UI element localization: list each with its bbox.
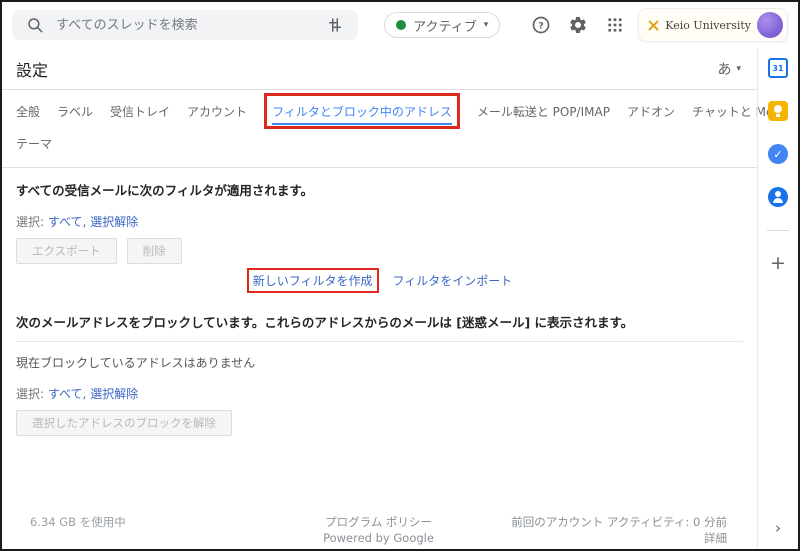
footer: 6.34 GB を使用中 プログラム ポリシー Powered by Googl…	[16, 514, 743, 546]
footer-right: 前回のアカウント アクティビティ: 0 分前 詳細	[434, 514, 727, 546]
svg-text:?: ?	[539, 20, 544, 31]
annotation-box-create-filter: 新しいフィルタを作成	[247, 268, 379, 293]
search-icon[interactable]	[24, 14, 46, 36]
tab-general[interactable]: 全般	[16, 97, 40, 126]
export-button[interactable]: エクスポート	[16, 238, 117, 264]
select-none-link[interactable]: 選択解除	[90, 387, 138, 401]
delete-button[interactable]: 削除	[127, 238, 182, 264]
tab-theme[interactable]: テーマ	[16, 129, 52, 158]
blocked-select-row: 選択: すべて, 選択解除	[16, 385, 743, 402]
tab-addons[interactable]: アドオン	[627, 97, 675, 126]
account-org-label: Keio University	[665, 19, 751, 32]
input-tools-label: あ	[717, 59, 731, 79]
settings-tabs: 全般 ラベル 受信トレイ アカウント フィルタとブロック中のアドレス メール転送…	[2, 89, 757, 168]
unblock-button[interactable]: 選択したアドレスのブロックを解除	[16, 410, 232, 436]
filter-action-links: 新しいフィルタを作成 フィルタをインポート	[16, 268, 743, 293]
calendar-day-label: 31	[772, 64, 783, 73]
select-label: 選択:	[16, 215, 44, 229]
avatar[interactable]	[757, 12, 783, 38]
active-status-dot-icon	[396, 20, 406, 30]
keep-base-shape	[776, 114, 780, 117]
side-panel-collapse-icon[interactable]: ›	[775, 519, 781, 537]
tab-forwarding-pop-imap[interactable]: メール転送と POP/IMAP	[477, 97, 610, 126]
chat-status-selector[interactable]: アクティブ ▾	[384, 12, 500, 38]
select-none-link[interactable]: 選択解除	[90, 215, 138, 229]
chevron-down-icon: ▾	[484, 20, 489, 30]
annotation-box-active-tab: フィルタとブロック中のアドレス	[264, 93, 460, 129]
tasks-check-glyph: ✓	[773, 148, 782, 161]
settings-gear-icon[interactable]	[567, 14, 589, 36]
storage-usage: 6.34 GB を使用中	[30, 514, 323, 546]
page-title: 設定	[16, 57, 48, 81]
blocked-buttons-row: 選択したアドレスのブロックを解除	[16, 410, 743, 436]
get-addons-plus-icon[interactable]: +	[770, 254, 786, 273]
account-badge[interactable]: Keio University	[638, 8, 788, 42]
tab-inbox[interactable]: 受信トレイ	[110, 97, 170, 126]
page-body: 設定 あ ▾ 全般 ラベル 受信トレイ アカウント フィルタとブロック中のアドレ…	[2, 48, 798, 549]
powered-by-google: Powered by Google	[323, 531, 434, 545]
import-filter-link[interactable]: フィルタをインポート	[393, 272, 513, 289]
settings-header: 設定 あ ▾	[2, 48, 757, 89]
last-account-activity: 前回のアカウント アクティビティ: 0 分前	[511, 515, 727, 529]
program-policies-link[interactable]: プログラム ポリシー	[325, 515, 432, 529]
activity-details-link[interactable]: 詳細	[704, 531, 727, 545]
tasks-icon[interactable]: ✓	[768, 144, 788, 164]
topbar: アクティブ ▾ ? Keio University	[2, 2, 798, 48]
input-tools-selector[interactable]: あ ▾	[717, 59, 741, 79]
contacts-icon[interactable]	[768, 187, 788, 207]
search-bar[interactable]	[12, 10, 358, 40]
search-input[interactable]	[56, 18, 314, 33]
keep-icon[interactable]	[768, 101, 788, 121]
person-head-shape	[775, 191, 781, 197]
select-label: 選択:	[16, 387, 44, 401]
filters-select-row: 選択: すべて, 選択解除	[16, 213, 743, 230]
blocked-empty-message: 現在ブロックしているアドレスはありません	[16, 354, 743, 371]
calendar-icon[interactable]: 31	[768, 58, 788, 78]
keep-bulb-shape	[774, 105, 782, 113]
select-all-link[interactable]: すべて,	[48, 215, 87, 229]
google-apps-grid-icon[interactable]	[604, 14, 626, 36]
person-body-shape	[773, 198, 783, 203]
tab-row-1: 全般 ラベル 受信トレイ アカウント フィルタとブロック中のアドレス メール転送…	[16, 93, 743, 129]
keio-logo-icon	[648, 16, 659, 35]
select-all-link[interactable]: すべて,	[48, 387, 87, 401]
gmail-settings-window: アクティブ ▾ ? Keio University 設定	[0, 0, 800, 551]
status-label: アクティブ	[413, 16, 477, 35]
side-panel-divider	[767, 230, 789, 231]
search-options-icon[interactable]	[324, 14, 346, 36]
filters-buttons-row: エクスポート 削除	[16, 238, 743, 264]
footer-center: プログラム ポリシー Powered by Google	[323, 514, 434, 546]
side-panel: 31 ✓ + ›	[757, 48, 798, 549]
settings-content: すべての受信メールに次のフィルタが適用されます。 選択: すべて, 選択解除 エ…	[2, 168, 757, 546]
create-filter-link[interactable]: 新しいフィルタを作成	[253, 272, 373, 289]
tab-row-2: テーマ	[16, 129, 743, 158]
help-icon[interactable]: ?	[530, 14, 552, 36]
tab-accounts[interactable]: アカウント	[187, 97, 247, 126]
filters-section-heading: すべての受信メールに次のフィルタが適用されます。	[16, 180, 743, 199]
tab-labels[interactable]: ラベル	[57, 97, 93, 126]
tab-filters-blocked-addresses[interactable]: フィルタとブロック中のアドレス	[272, 97, 452, 125]
divider	[16, 341, 743, 342]
topbar-icons: ?	[530, 14, 626, 36]
settings-main: 設定 あ ▾ 全般 ラベル 受信トレイ アカウント フィルタとブロック中のアドレ…	[2, 48, 757, 549]
chevron-down-icon: ▾	[736, 64, 741, 74]
blocked-section-heading: 次のメールアドレスをブロックしています。これらのアドレスからのメールは [迷惑メ…	[16, 312, 743, 331]
